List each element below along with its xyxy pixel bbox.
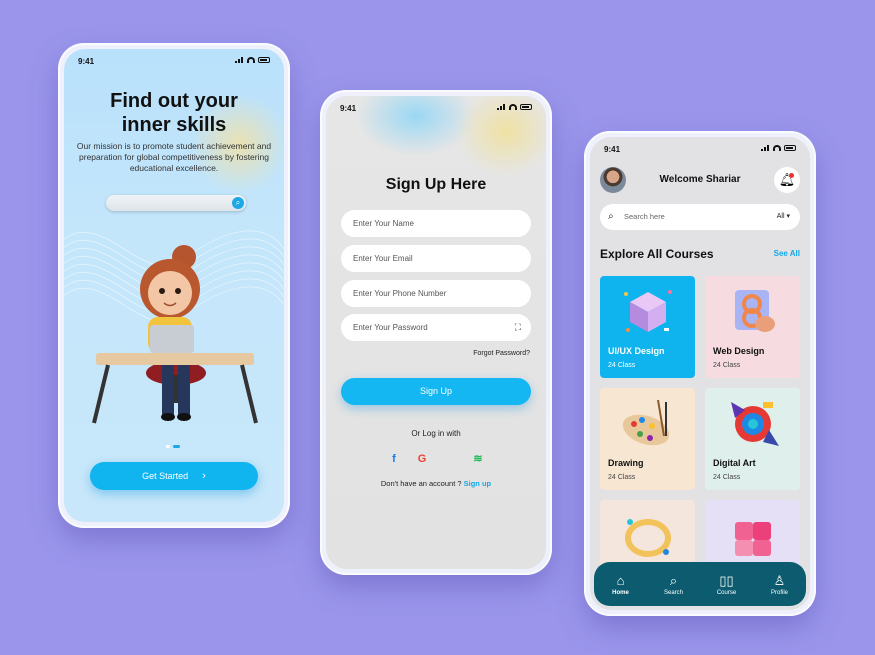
web-design-illustration [735, 290, 775, 332]
onboarding-screen: 9:41 Find out your inner skills Our miss… [64, 49, 284, 522]
spotify-icon[interactable]: ≋ [470, 451, 486, 467]
course-card-web-design[interactable]: Web Design 24 Class [705, 276, 800, 378]
wifi-icon [509, 104, 517, 110]
battery-icon [784, 145, 796, 151]
wifi-icon [773, 145, 781, 151]
social-login-row: f G ≋ [386, 451, 486, 467]
search-placeholder: Search here [624, 212, 665, 221]
status-time: 9:41 [604, 145, 621, 154]
digital-art-illustration [731, 402, 779, 446]
signup-screen: 9:41 Sign Up Here Enter Your Name Enter … [326, 96, 546, 569]
get-started-button[interactable]: Get Started › [90, 462, 258, 490]
puzzle-illustration [735, 522, 771, 556]
course-card-drawing[interactable]: Drawing 24 Class [600, 388, 695, 490]
wifi-icon [247, 57, 255, 63]
course-count: 24 Class [713, 362, 741, 369]
search-input[interactable]: ⌕ Search here All ▾ [600, 204, 800, 230]
status-bar: 9:41 [64, 49, 284, 71]
signal-icon [497, 104, 506, 110]
sign-up-link[interactable]: Sign up [464, 479, 492, 488]
no-account-text: Don't have an account ? Sign up [326, 479, 546, 488]
course-count: 24 Class [608, 362, 636, 369]
status-icons [761, 145, 796, 151]
nav-item-profile[interactable]: ♙ Profile [762, 573, 798, 596]
course-card-digital-art[interactable]: Digital Art 24 Class [705, 388, 800, 490]
course-name: Drawing [608, 458, 644, 468]
filter-dropdown[interactable]: All ▾ [777, 204, 790, 230]
or-login-label: Or Log in with [411, 429, 461, 438]
status-bar: 9:41 [326, 96, 546, 118]
page-dot-active[interactable] [173, 445, 180, 448]
status-bar: 9:41 [590, 137, 810, 159]
search-icon: ⌕ [669, 572, 678, 588]
status-time: 9:41 [78, 57, 95, 66]
nav-label: Profile [770, 589, 788, 596]
course-count: 24 Class [713, 474, 741, 481]
nav-label: Course [716, 589, 737, 596]
signal-icon [761, 145, 770, 151]
home-phone: 9:41 Welcome Shariar 🔔︎ ⌕ Search here Al… [584, 131, 816, 616]
home-icon: ⌂ [616, 572, 625, 588]
uiux-cube-illustration [624, 290, 672, 332]
course-count: 24 Class [608, 474, 636, 481]
profile-icon: ♙ [773, 572, 786, 588]
home-screen: 9:41 Welcome Shariar 🔔︎ ⌕ Search here Al… [590, 137, 810, 610]
signal-icon [235, 57, 244, 63]
apple-icon[interactable] [442, 451, 458, 467]
nav-label: Search [663, 589, 683, 596]
section-title: Explore All Courses [600, 247, 714, 261]
palette-illustration [622, 399, 670, 446]
page-indicator [166, 445, 180, 448]
password-placeholder: Enter Your Password [353, 323, 428, 332]
onboarding-description: Our mission is to promote student achiev… [76, 141, 272, 173]
email-field[interactable]: Enter Your Email [341, 245, 531, 272]
google-icon[interactable]: G [414, 451, 430, 467]
course-name: Digital Art [713, 458, 756, 468]
sign-up-button[interactable]: Sign Up [341, 378, 531, 405]
course-name: Web Design [713, 346, 765, 356]
notification-button[interactable]: 🔔︎ [774, 167, 800, 193]
status-time: 9:41 [340, 104, 357, 113]
course-card-uiux[interactable]: UI/UX Design 24 Class [600, 276, 695, 378]
nav-item-search[interactable]: ⌕ Search [656, 573, 692, 596]
password-field[interactable]: Enter Your Password ⛶ [341, 314, 531, 341]
no-account-label: Don't have an account ? [380, 479, 462, 488]
girl-at-desk-illustration [92, 245, 258, 424]
show-password-icon[interactable]: ⛶ [515, 314, 521, 341]
search-icon: ⌕ [608, 211, 614, 222]
nav-label: Home [612, 589, 629, 596]
notification-dot [789, 173, 794, 178]
phone-field[interactable]: Enter Your Phone Number [341, 280, 531, 307]
course-name: UI/UX Design [608, 346, 665, 356]
facebook-icon[interactable]: f [386, 451, 402, 467]
see-all-link[interactable]: See All [774, 249, 800, 258]
forgot-password-link[interactable]: Forgot Password? [473, 350, 530, 357]
nav-item-course[interactable]: ▯▯ Course [709, 573, 745, 596]
status-icons [497, 104, 532, 110]
onboarding-title: Find out your inner skills [64, 89, 284, 137]
nav-item-home[interactable]: ⌂ Home [603, 573, 639, 596]
battery-icon [258, 57, 270, 63]
ring-illustration [625, 519, 671, 557]
onboarding-phone: 9:41 Find out your inner skills Our miss… [58, 43, 290, 528]
signup-phone: 9:41 Sign Up Here Enter Your Name Enter … [320, 90, 552, 575]
chevron-right-icon: › [202, 470, 206, 482]
get-started-label: Get Started [142, 471, 189, 481]
status-icons [235, 57, 270, 63]
page-dot[interactable] [166, 445, 170, 448]
title-line-2: inner skills [121, 114, 227, 136]
book-icon: ▯▯ [719, 572, 734, 588]
signup-title: Sign Up Here [385, 176, 487, 193]
battery-icon [520, 104, 532, 110]
title-line-1: Find out your [110, 90, 238, 112]
name-field[interactable]: Enter Your Name [341, 210, 531, 237]
bottom-navigation: ⌂ Home ⌕ Search ▯▯ Course ♙ Profile [594, 562, 806, 606]
